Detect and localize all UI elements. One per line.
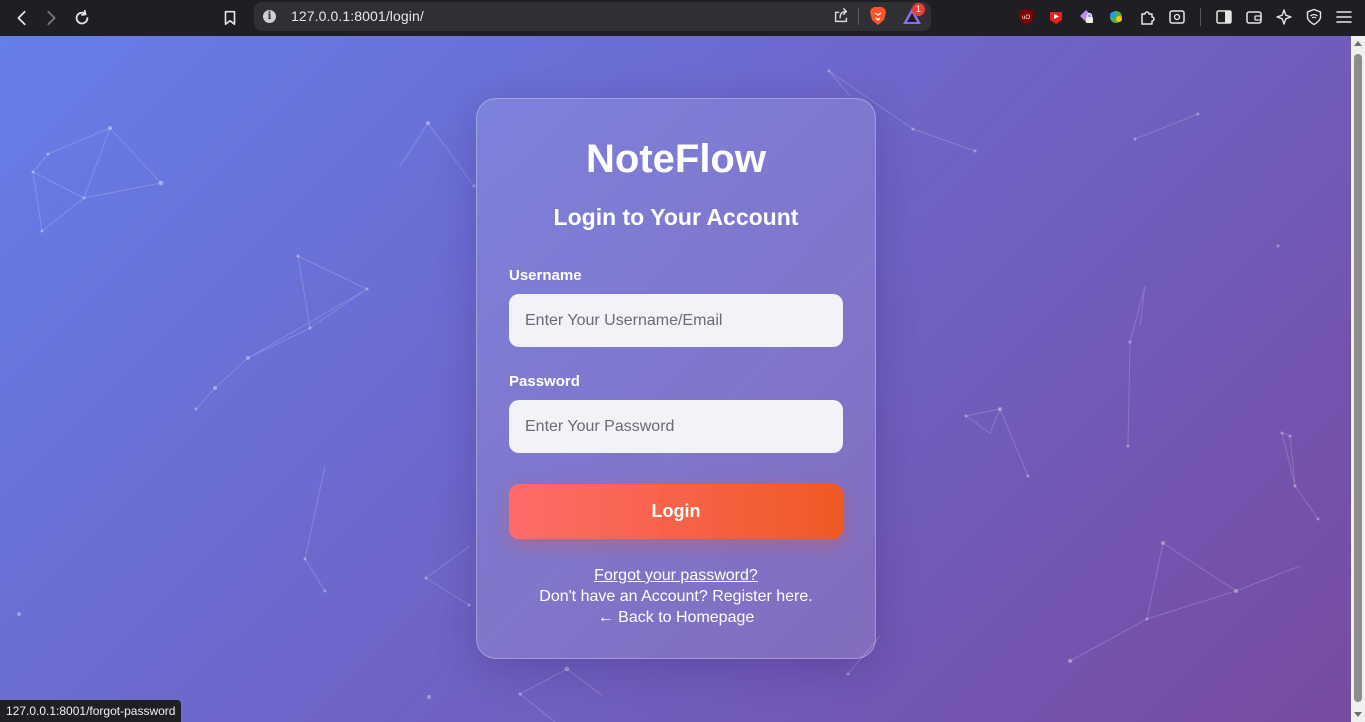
ublock-icon[interactable]: uO bbox=[1016, 7, 1036, 27]
password-label: Password bbox=[509, 373, 580, 390]
leo-ai-icon[interactable] bbox=[1274, 7, 1294, 27]
bookmark-icon[interactable] bbox=[216, 4, 244, 32]
username-input[interactable] bbox=[509, 294, 843, 347]
scroll-down-arrow-icon[interactable] bbox=[1354, 712, 1362, 717]
back-to-homepage-link[interactable]: ← Back to Homepage bbox=[477, 607, 875, 628]
login-heading: Login to Your Account bbox=[553, 204, 799, 230]
register-link[interactable]: Don't have an Account? Register here. bbox=[477, 586, 875, 607]
brand-title: NoteFlow bbox=[586, 137, 766, 181]
password-input[interactable] bbox=[509, 400, 843, 453]
scrollbar-thumb[interactable] bbox=[1354, 54, 1362, 702]
vpn-icon[interactable] bbox=[1304, 7, 1324, 27]
youtube-ext-icon[interactable] bbox=[1046, 7, 1066, 27]
back-icon[interactable] bbox=[8, 4, 36, 32]
scroll-up-arrow-icon[interactable] bbox=[1354, 41, 1362, 46]
login-button[interactable]: Login bbox=[509, 484, 843, 539]
sidebar-icon[interactable] bbox=[1214, 7, 1234, 27]
toolbar-divider bbox=[1200, 8, 1201, 26]
color-ext-icon[interactable] bbox=[1106, 7, 1126, 27]
page-scrollbar[interactable] bbox=[1351, 36, 1365, 722]
rewards-badge: 1 bbox=[912, 3, 925, 16]
reload-icon[interactable] bbox=[68, 4, 96, 32]
lock-ext-icon[interactable] bbox=[1076, 7, 1096, 27]
link-status-bubble: 127.0.0.1:8001/forgot-password bbox=[0, 700, 182, 722]
address-url[interactable]: 127.0.0.1:8001/login/ bbox=[291, 8, 424, 24]
login-card: NoteFlow Login to Your Account Username … bbox=[476, 98, 876, 659]
brave-shields-icon[interactable] bbox=[869, 6, 887, 26]
menu-icon[interactable] bbox=[1334, 7, 1354, 27]
address-bar[interactable]: i 127.0.0.1:8001/login/ 1 bbox=[254, 2, 931, 31]
username-label: Username bbox=[509, 267, 582, 284]
extensions-icon[interactable] bbox=[1137, 7, 1157, 27]
forgot-password-link[interactable]: Forgot your password? bbox=[594, 567, 758, 584]
auth-links: Forgot your password? Don't have an Acco… bbox=[477, 565, 875, 628]
forward-icon[interactable] bbox=[37, 4, 65, 32]
wallet-icon[interactable] bbox=[1244, 7, 1264, 27]
svg-text:uO: uO bbox=[1022, 15, 1030, 21]
site-info-icon[interactable]: i bbox=[263, 10, 276, 23]
address-divider bbox=[858, 8, 859, 25]
browser-toolbar: i 127.0.0.1:8001/login/ 1 uO bbox=[0, 0, 1365, 36]
screenshot-ext-icon[interactable] bbox=[1167, 7, 1187, 27]
page-viewport: NoteFlow Login to Your Account Username … bbox=[0, 36, 1351, 722]
share-icon[interactable] bbox=[832, 7, 850, 25]
